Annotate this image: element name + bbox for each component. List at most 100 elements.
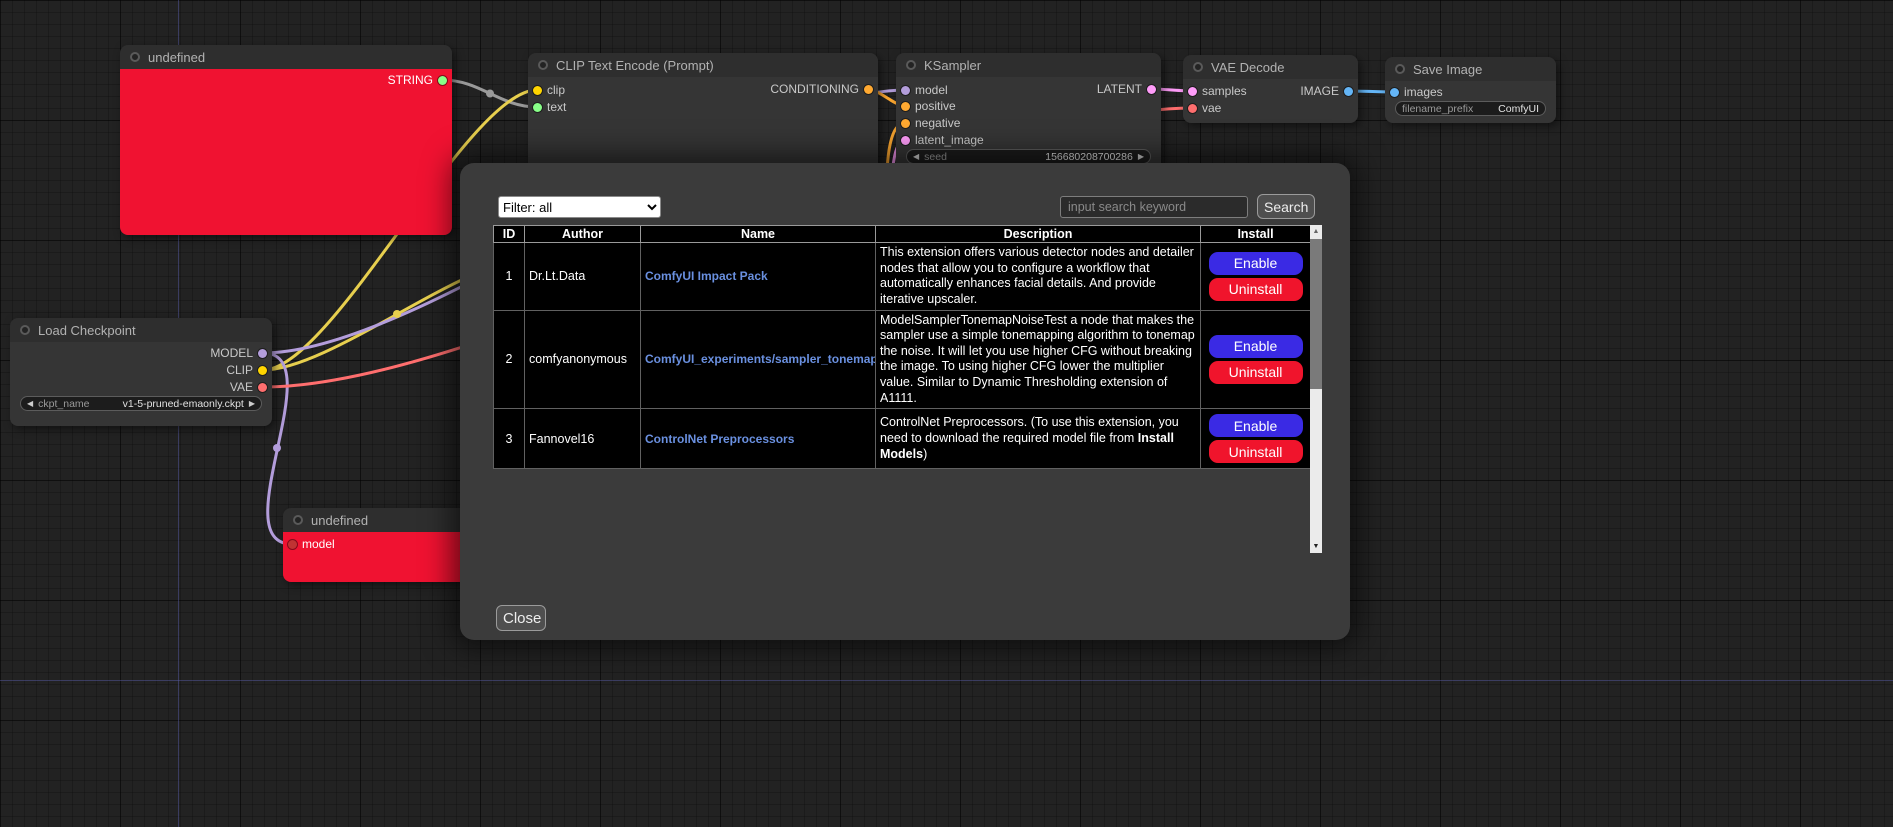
collapse-dot-icon[interactable] (1395, 64, 1405, 74)
header-id: ID (494, 226, 525, 243)
uninstall-button[interactable]: Uninstall (1209, 440, 1303, 463)
collapse-dot-icon[interactable] (293, 515, 303, 525)
filter-select[interactable]: Filter: all (498, 196, 661, 218)
input-slot-model[interactable]: model (901, 82, 948, 98)
uninstall-button[interactable]: Uninstall (1209, 361, 1303, 384)
slot-label: VAE (230, 380, 253, 394)
collapse-dot-icon[interactable] (538, 60, 548, 70)
node-title-label: Load Checkpoint (38, 323, 136, 338)
filename-prefix-widget[interactable]: filename_prefix ComfyUI (1395, 101, 1546, 116)
node-title[interactable]: CLIP Text Encode (Prompt) (528, 53, 878, 77)
scrollbar-up-icon[interactable]: ▲ (1310, 225, 1322, 238)
output-slot-model[interactable]: MODEL (210, 345, 267, 361)
table-row: 3 Fannovel16 ControlNet Preprocessors Co… (494, 409, 1311, 469)
slot-dot-icon[interactable] (533, 103, 542, 112)
collapse-dot-icon[interactable] (1193, 62, 1203, 72)
input-slot-text[interactable]: text (533, 99, 566, 115)
prev-arrow-icon[interactable]: ◀ (27, 400, 33, 408)
wire-string-to-text (443, 80, 537, 107)
widget-label: seed (924, 151, 947, 163)
slot-label: LATENT (1097, 82, 1142, 96)
input-slot-images[interactable]: images (1390, 84, 1443, 100)
input-slot-clip[interactable]: clip (533, 82, 565, 98)
cell-id: 1 (494, 243, 525, 311)
slot-dot-icon[interactable] (1390, 88, 1399, 97)
node-undefined-bottom[interactable]: undefined model (283, 508, 483, 582)
widget-label: filename_prefix (1402, 103, 1473, 115)
slot-dot-icon[interactable] (1188, 87, 1197, 96)
output-slot-image[interactable]: IMAGE (1300, 83, 1353, 99)
canvas-origin-hline (0, 680, 1893, 681)
node-title-label: KSampler (924, 58, 981, 73)
node-title[interactable]: undefined (283, 508, 483, 532)
next-arrow-icon[interactable]: ▶ (249, 400, 255, 408)
search-input[interactable] (1060, 196, 1248, 218)
output-slot-clip[interactable]: CLIP (226, 362, 267, 378)
widget-value: 156680208700286 (1045, 151, 1133, 163)
output-slot-conditioning[interactable]: CONDITIONING (770, 81, 873, 97)
node-body (120, 69, 452, 235)
extension-table-container[interactable]: ID Author Name Description Install 1 Dr.… (493, 225, 1322, 553)
node-vae-decode[interactable]: VAE Decode samples vae IMAGE (1183, 55, 1358, 123)
enable-button[interactable]: Enable (1209, 414, 1303, 437)
slot-label: CLIP (226, 363, 253, 377)
node-title[interactable]: VAE Decode (1183, 55, 1358, 79)
slot-dot-icon[interactable] (901, 86, 910, 95)
node-title[interactable]: undefined (120, 45, 452, 69)
input-slot-latent-image[interactable]: latent_image (901, 132, 984, 148)
slot-dot-icon[interactable] (1344, 87, 1353, 96)
collapse-dot-icon[interactable] (906, 60, 916, 70)
uninstall-button[interactable]: Uninstall (1209, 278, 1303, 301)
enable-button[interactable]: Enable (1209, 335, 1303, 358)
slot-dot-icon[interactable] (901, 119, 910, 128)
node-save-image[interactable]: Save Image images filename_prefix ComfyU… (1385, 57, 1556, 123)
extension-link[interactable]: ControlNet Preprocessors (645, 432, 794, 446)
slot-dot-icon[interactable] (258, 383, 267, 392)
node-title-label: undefined (311, 513, 368, 528)
extension-link[interactable]: ComfyUI_experiments/sampler_tonemap (645, 352, 876, 366)
cell-id: 2 (494, 310, 525, 409)
slot-dot-icon[interactable] (1188, 104, 1197, 113)
slot-dot-icon[interactable] (901, 136, 910, 145)
node-title[interactable]: Load Checkpoint (10, 318, 272, 342)
close-button[interactable]: Close (496, 605, 546, 631)
enable-button[interactable]: Enable (1209, 252, 1303, 275)
slot-dot-icon[interactable] (258, 366, 267, 375)
input-slot-negative[interactable]: negative (901, 115, 960, 131)
ckpt-name-widget[interactable]: ◀ ckpt_name v1-5-pruned-emaonly.ckpt ▶ (20, 396, 262, 411)
scrollbar-track[interactable]: ▲ ▼ (1310, 225, 1322, 553)
output-slot-string[interactable]: STRING (388, 72, 447, 88)
node-load-checkpoint[interactable]: Load Checkpoint MODEL CLIP VAE ◀ ckpt_na… (10, 318, 272, 426)
input-slot-positive[interactable]: positive (901, 98, 956, 114)
collapse-dot-icon[interactable] (20, 325, 30, 335)
slot-label: text (547, 100, 566, 114)
node-title-label: Save Image (1413, 62, 1482, 77)
next-arrow-icon[interactable]: ▶ (1138, 153, 1144, 161)
header-name: Name (641, 226, 876, 243)
comfyui-canvas[interactable]: { "icons": { "left": "◀", "right": "▶", … (0, 0, 1893, 827)
cell-author: comfyanonymous (525, 310, 641, 409)
node-title[interactable]: KSampler (896, 53, 1161, 77)
slot-dot-icon[interactable] (1147, 85, 1156, 94)
node-title[interactable]: Save Image (1385, 57, 1556, 81)
input-slot-samples[interactable]: samples (1188, 83, 1247, 99)
scrollbar-down-icon[interactable]: ▼ (1310, 540, 1322, 553)
slot-dot-icon[interactable] (533, 86, 542, 95)
prev-arrow-icon[interactable]: ◀ (913, 153, 919, 161)
input-slot-model[interactable]: model (288, 536, 335, 552)
input-slot-vae[interactable]: vae (1188, 100, 1221, 116)
search-button[interactable]: Search (1257, 194, 1315, 219)
node-undefined-top[interactable]: undefined STRING (120, 45, 452, 235)
slot-dot-icon[interactable] (438, 76, 447, 85)
collapse-dot-icon[interactable] (130, 52, 140, 62)
extension-link[interactable]: ComfyUI Impact Pack (645, 269, 768, 283)
slot-dot-icon[interactable] (864, 85, 873, 94)
slot-dot-icon[interactable] (258, 349, 267, 358)
slot-dot-icon[interactable] (288, 540, 297, 549)
seed-widget[interactable]: ◀ seed 156680208700286 ▶ (906, 149, 1151, 164)
output-slot-latent[interactable]: LATENT (1097, 81, 1156, 97)
scrollbar-thumb[interactable] (1310, 239, 1322, 389)
output-slot-vae[interactable]: VAE (230, 379, 267, 395)
slot-dot-icon[interactable] (901, 102, 910, 111)
header-description: Description (876, 226, 1201, 243)
